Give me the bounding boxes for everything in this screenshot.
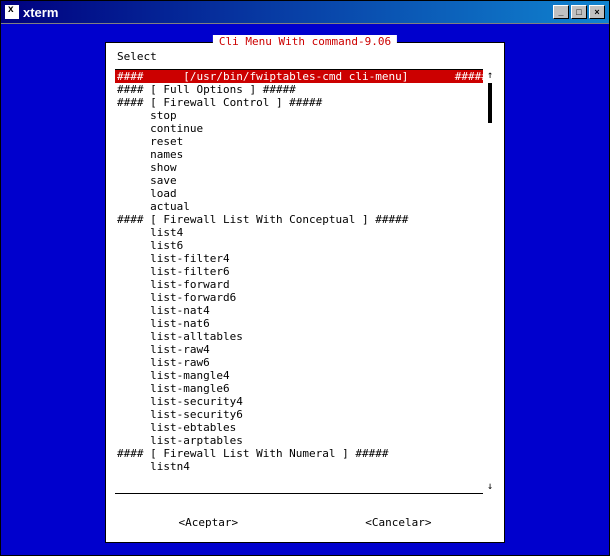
menu-list[interactable]: #### [/usr/bin/fwiptables-cmd cli-menu] …	[115, 69, 483, 494]
dialog-box: Cli Menu With command-9.06 Select #### […	[105, 42, 505, 543]
list-item[interactable]: continue	[115, 122, 483, 135]
minimize-button[interactable]: _	[553, 5, 569, 19]
list-item[interactable]: names	[115, 148, 483, 161]
list-item[interactable]: list-filter6	[115, 265, 483, 278]
list-item[interactable]: list-nat4	[115, 304, 483, 317]
menu-list-wrap: #### [/usr/bin/fwiptables-cmd cli-menu] …	[115, 69, 495, 494]
window-controls: _ □ ×	[553, 5, 605, 19]
list-item[interactable]: list-raw6	[115, 356, 483, 369]
list-item[interactable]: stop	[115, 109, 483, 122]
list-item[interactable]: load	[115, 187, 483, 200]
select-label: Select	[117, 50, 495, 63]
list-item[interactable]: #### [ Full Options ] #####	[115, 83, 483, 96]
xterm-window: xterm _ □ × Cli Menu With command-9.06 S…	[0, 0, 610, 556]
maximize-button[interactable]: □	[571, 5, 587, 19]
list-item[interactable]: actual	[115, 200, 483, 213]
close-button[interactable]: ×	[589, 5, 605, 19]
list-item[interactable]: list4	[115, 226, 483, 239]
scroll-thumb[interactable]	[488, 83, 492, 123]
list-item[interactable]: list-mangle6	[115, 382, 483, 395]
ok-button[interactable]: <Aceptar>	[179, 516, 239, 529]
scroll-down-icon[interactable]: ↓	[485, 482, 495, 492]
list-item[interactable]: list-mangle4	[115, 369, 483, 382]
list-item[interactable]: list-forward6	[115, 291, 483, 304]
list-item[interactable]: reset	[115, 135, 483, 148]
dialog-buttons: <Aceptar> <Cancelar>	[115, 516, 495, 529]
list-item[interactable]: show	[115, 161, 483, 174]
titlebar[interactable]: xterm _ □ ×	[1, 1, 609, 23]
list-item[interactable]: list-security6	[115, 408, 483, 421]
scrollbar[interactable]: ↑ ↓	[485, 69, 495, 494]
list-item[interactable]: #### [ Firewall List With Conceptual ] #…	[115, 213, 483, 226]
list-item[interactable]: list-arptables	[115, 434, 483, 447]
list-item[interactable]: list6	[115, 239, 483, 252]
list-item[interactable]: save	[115, 174, 483, 187]
list-item[interactable]: #### [/usr/bin/fwiptables-cmd cli-menu] …	[115, 70, 483, 83]
list-item[interactable]: listn4	[115, 460, 483, 473]
terminal-area: Cli Menu With command-9.06 Select #### […	[1, 23, 609, 555]
list-item[interactable]: list-nat6	[115, 317, 483, 330]
list-item[interactable]: list-alltables	[115, 330, 483, 343]
app-icon	[5, 5, 19, 19]
list-item[interactable]: list-filter4	[115, 252, 483, 265]
list-item[interactable]: list-ebtables	[115, 421, 483, 434]
list-item[interactable]: list-forward	[115, 278, 483, 291]
window-title: xterm	[23, 5, 553, 20]
list-item[interactable]: #### [ Firewall List With Numeral ] ####…	[115, 447, 483, 460]
list-item[interactable]: #### [ Firewall Control ] #####	[115, 96, 483, 109]
scroll-up-icon[interactable]: ↑	[485, 71, 495, 81]
cancel-button[interactable]: <Cancelar>	[365, 516, 431, 529]
list-item[interactable]: list-raw4	[115, 343, 483, 356]
list-item[interactable]: list-security4	[115, 395, 483, 408]
dialog-title: Cli Menu With command-9.06	[213, 35, 397, 48]
